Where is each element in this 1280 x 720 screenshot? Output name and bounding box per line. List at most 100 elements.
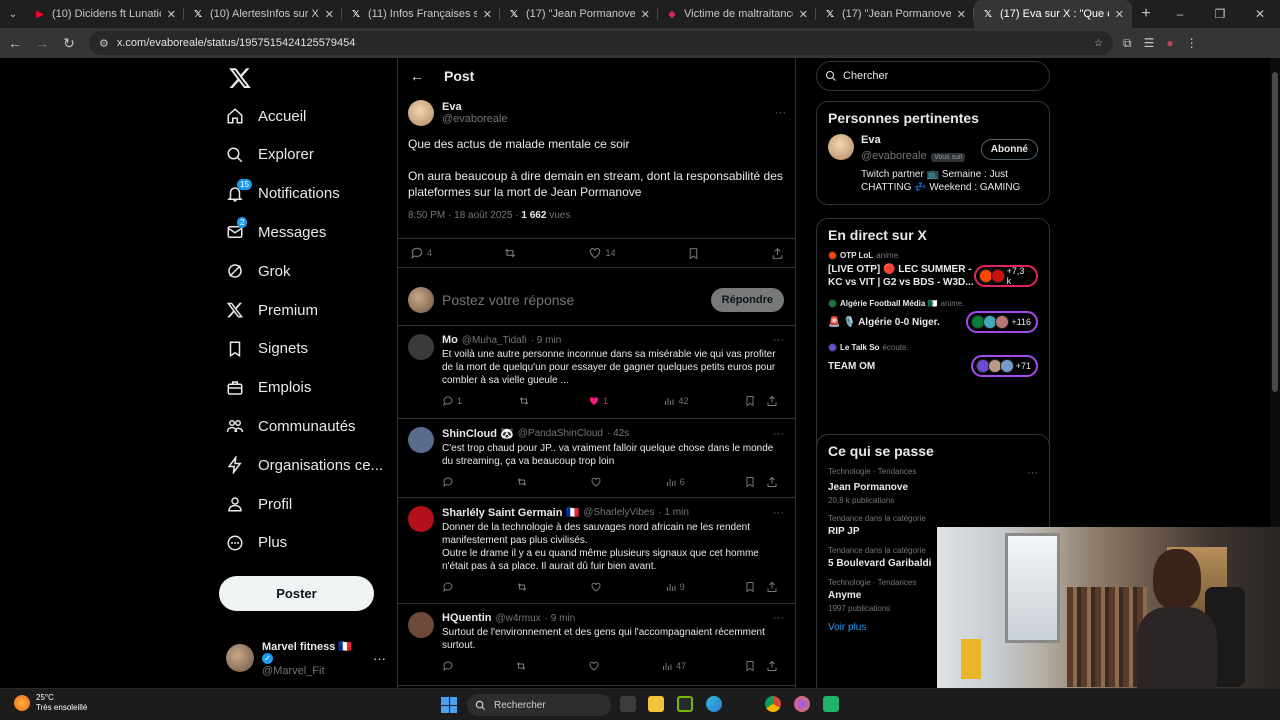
- nav-item-grok[interactable]: Grok: [226, 256, 291, 286]
- task-view-icon[interactable]: [620, 696, 636, 712]
- following-button[interactable]: Abonné: [980, 138, 1038, 160]
- chrome-icon[interactable]: [765, 696, 781, 712]
- edge-icon[interactable]: [706, 696, 722, 712]
- nav-item-accueil[interactable]: Accueil: [226, 101, 306, 131]
- nav-item-explorer[interactable]: Explorer: [226, 140, 314, 170]
- reply-input[interactable]: Postez votre réponse: [442, 292, 703, 308]
- file-explorer-icon[interactable]: [648, 696, 664, 712]
- bookmark-action[interactable]: [687, 247, 700, 260]
- x-logo-icon[interactable]: [228, 66, 252, 90]
- scrollbar-thumb[interactable]: [1272, 72, 1278, 392]
- close-tab-icon[interactable]: ✕: [167, 8, 176, 21]
- heart-action[interactable]: 1: [588, 395, 608, 407]
- nvidia-icon[interactable]: [677, 696, 693, 712]
- browser-tab[interactable]: 𝕏 (17) "Jean Pormanove" - Reche ✕: [816, 0, 974, 28]
- live-item[interactable]: OTP LoL anime. [LIVE OTP] 🔴 LEC SUMMER - K…: [828, 251, 1038, 289]
- close-tab-icon[interactable]: ✕: [957, 8, 966, 21]
- close-window-icon[interactable]: ✕: [1240, 0, 1280, 28]
- bookmark-action[interactable]: [744, 581, 756, 593]
- reply-button[interactable]: Répondre: [710, 287, 784, 312]
- heart-action[interactable]: [588, 660, 603, 672]
- close-tab-icon[interactable]: ✕: [1115, 8, 1124, 21]
- avatar[interactable]: [408, 612, 434, 638]
- trend-item[interactable]: Technologie · Tendances ··· Jean Pormanove…: [828, 467, 1038, 505]
- nav-item-communautés[interactable]: Communautés: [226, 411, 356, 441]
- reply-item[interactable]: Sharlély Saint Germain 🇫🇷 @SharlelyVibes ·…: [398, 498, 795, 604]
- relevant-name[interactable]: Eva: [861, 134, 965, 146]
- stats-action[interactable]: 47: [661, 660, 686, 672]
- minimize-icon[interactable]: –: [1160, 0, 1200, 28]
- more-dots-icon[interactable]: ···: [773, 428, 784, 440]
- live-listeners-badge[interactable]: +116: [966, 311, 1038, 333]
- search-input[interactable]: Chercher: [816, 61, 1050, 91]
- heart-action[interactable]: [590, 581, 605, 593]
- reply-action[interactable]: 4: [410, 246, 432, 260]
- reply-author-name[interactable]: HQuentin: [442, 612, 492, 624]
- site-info-icon[interactable]: ⚙: [99, 37, 109, 50]
- close-tab-icon[interactable]: ✕: [799, 8, 808, 21]
- bookmark-action[interactable]: [744, 660, 756, 672]
- nav-item-premium[interactable]: Premium: [226, 295, 318, 325]
- extensions-icon[interactable]: ⧉: [1123, 36, 1132, 51]
- windows-start-icon[interactable]: [441, 697, 457, 713]
- reply-author-name[interactable]: ShinCloud 🐼: [442, 427, 514, 440]
- app-icon[interactable]: [823, 696, 839, 712]
- repost-action[interactable]: [516, 476, 531, 488]
- repost-action[interactable]: [516, 581, 531, 593]
- more-dots-icon[interactable]: ···: [773, 507, 784, 519]
- weather-widget[interactable]: 25°C Très ensoleillé: [14, 693, 87, 713]
- more-dots-icon[interactable]: ···: [773, 612, 784, 624]
- live-item[interactable]: Le Talk So écoute. TEAM OM +71: [828, 343, 1038, 377]
- live-listeners-badge[interactable]: +71: [970, 355, 1038, 377]
- repost-action[interactable]: [515, 660, 530, 672]
- share-action[interactable]: [766, 581, 778, 593]
- reload-icon[interactable]: ↻: [57, 31, 81, 55]
- nav-item-notifications[interactable]: 15 Notifications: [226, 178, 340, 209]
- stats-action[interactable]: 42: [663, 395, 689, 407]
- back-icon[interactable]: ←: [3, 31, 27, 55]
- forward-icon[interactable]: →: [30, 31, 54, 55]
- nav-item-emplois[interactable]: Emplois: [226, 373, 311, 403]
- browser-tab[interactable]: 𝕏 (10) AlertesInfos sur X : " ✕: [184, 0, 342, 28]
- reply-item[interactable]: Mo @Muha_Tidafi · 9 min ··· Et voilà une aut…: [398, 326, 795, 419]
- share-action[interactable]: [771, 247, 784, 260]
- comment-action[interactable]: [442, 476, 457, 488]
- repost-action[interactable]: [503, 246, 517, 260]
- browser-tab[interactable]: 𝕏 (17) Eva sur X : "Que des actus ✕: [974, 0, 1132, 28]
- comment-action[interactable]: [442, 581, 457, 593]
- reply-item[interactable]: ShinCloud 🐼 @PandaShinCloud · 42s ··· C'est …: [398, 419, 795, 498]
- browser-tab[interactable]: ▶ (10) Dicidens ft Lunatic - De la ✕: [26, 0, 184, 28]
- live-listeners-badge[interactable]: +7,3 k: [973, 265, 1038, 287]
- close-tab-icon[interactable]: ✕: [641, 8, 650, 21]
- heart-action[interactable]: [590, 476, 605, 488]
- browser-tab[interactable]: 𝕏 (11) Infos Françaises sur X : "D ✕: [342, 0, 500, 28]
- more-dots-icon[interactable]: ···: [775, 107, 786, 119]
- reply-author-name[interactable]: Mo: [442, 334, 458, 346]
- avatar[interactable]: [408, 100, 434, 126]
- more-dots-icon[interactable]: ···: [1027, 467, 1038, 479]
- tab-search-icon[interactable]: ⌄: [0, 0, 26, 28]
- post-author-handle[interactable]: @evaboreale: [442, 113, 767, 125]
- avatar[interactable]: [408, 334, 434, 360]
- avatar[interactable]: [408, 506, 434, 532]
- taskbar-search[interactable]: Rechercher: [467, 694, 611, 716]
- reading-list-icon[interactable]: ☰: [1144, 36, 1155, 51]
- stats-action[interactable]: 9: [665, 581, 685, 593]
- avatar[interactable]: [828, 134, 854, 160]
- bookmark-action[interactable]: [744, 476, 756, 488]
- bookmark-action[interactable]: [744, 395, 756, 407]
- more-dots-icon[interactable]: ···: [373, 651, 386, 666]
- nav-item-signets[interactable]: Signets: [226, 334, 308, 364]
- share-action[interactable]: [766, 476, 778, 488]
- more-dots-icon[interactable]: ···: [773, 334, 784, 346]
- reply-author-name[interactable]: Sharlély Saint Germain 🇫🇷: [442, 506, 579, 519]
- url-field[interactable]: ⚙ x.com/evaboreale/status/19575154241255…: [89, 31, 1113, 55]
- avatar[interactable]: [408, 427, 434, 453]
- reply-item[interactable]: HQuentin @w4rmux · 9 min ··· Surtout de l'en…: [398, 604, 795, 686]
- like-action[interactable]: 14: [588, 246, 616, 260]
- post-author-name[interactable]: Eva: [442, 101, 767, 113]
- maximize-icon[interactable]: ❐: [1200, 0, 1240, 28]
- share-action[interactable]: [766, 660, 778, 672]
- account-switcher[interactable]: Marvel fitness 🇫🇷 ✓ @Marvel_Fit ···: [226, 641, 386, 677]
- nav-item-organisations-ce[interactable]: Organisations ce...: [226, 450, 383, 480]
